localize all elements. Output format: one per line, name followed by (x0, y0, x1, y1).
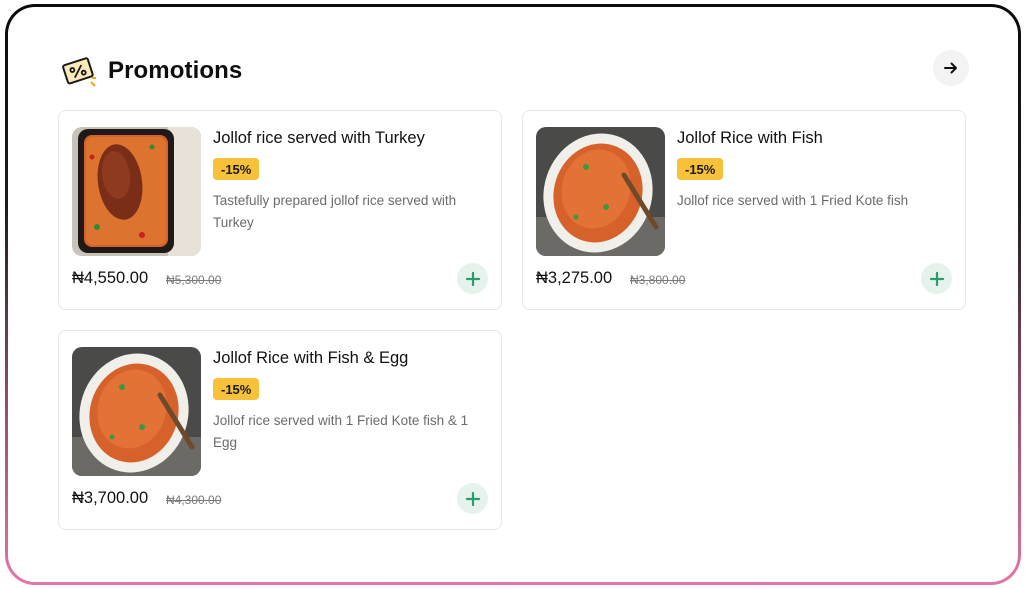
next-button[interactable] (933, 50, 969, 86)
jollof-rice-turkey-photo (72, 127, 201, 256)
promo-card[interactable]: Jollof Rice with Fish -15% Jollof rice s… (522, 110, 966, 310)
plus-icon (465, 271, 480, 286)
promotions-frame: Promotions Jollof rice served with Turke… (5, 4, 1021, 585)
section-header: Promotions (60, 51, 242, 91)
section-title: Promotions (108, 57, 243, 84)
promo-card[interactable]: Jollof Rice with Fish & Egg -15% Jollof … (58, 330, 502, 530)
promo-card[interactable]: Jollof rice served with Turkey -15% Tast… (58, 110, 502, 310)
discount-badge: -15% (213, 378, 260, 400)
item-price: ₦3,275.00 (536, 269, 613, 287)
item-old-price: ₦4,300.00 (166, 493, 222, 507)
item-price: ₦4,550.00 (72, 269, 149, 287)
item-old-price: ₦3,800.00 (630, 273, 686, 287)
item-description: Jollof rice served with 1 Fried Kote fis… (677, 193, 909, 208)
add-to-cart-button[interactable] (921, 263, 952, 294)
item-old-price: ₦5,300.00 (166, 273, 222, 287)
jollof-rice-fish-egg-photo (72, 347, 201, 476)
discount-tag-icon (60, 52, 98, 90)
plus-icon (929, 271, 944, 286)
discount-badge: -15% (677, 158, 724, 180)
plus-icon (465, 491, 480, 506)
promotions-panel: Promotions Jollof rice served with Turke… (8, 7, 1018, 582)
arrow-right-icon (944, 62, 957, 74)
jollof-rice-fish-photo (536, 127, 665, 256)
item-name: Jollof Rice with Fish (677, 129, 823, 147)
item-description: Tastefully prepared jollof rice served w… (213, 193, 457, 230)
add-to-cart-button[interactable] (457, 483, 488, 514)
item-name: Jollof rice served with Turkey (213, 129, 425, 147)
item-price: ₦3,700.00 (72, 489, 149, 507)
add-to-cart-button[interactable] (457, 263, 488, 294)
item-name: Jollof Rice with Fish & Egg (213, 349, 409, 367)
discount-badge: -15% (213, 158, 260, 180)
item-description: Jollof rice served with 1 Fried Kote fis… (213, 413, 469, 450)
